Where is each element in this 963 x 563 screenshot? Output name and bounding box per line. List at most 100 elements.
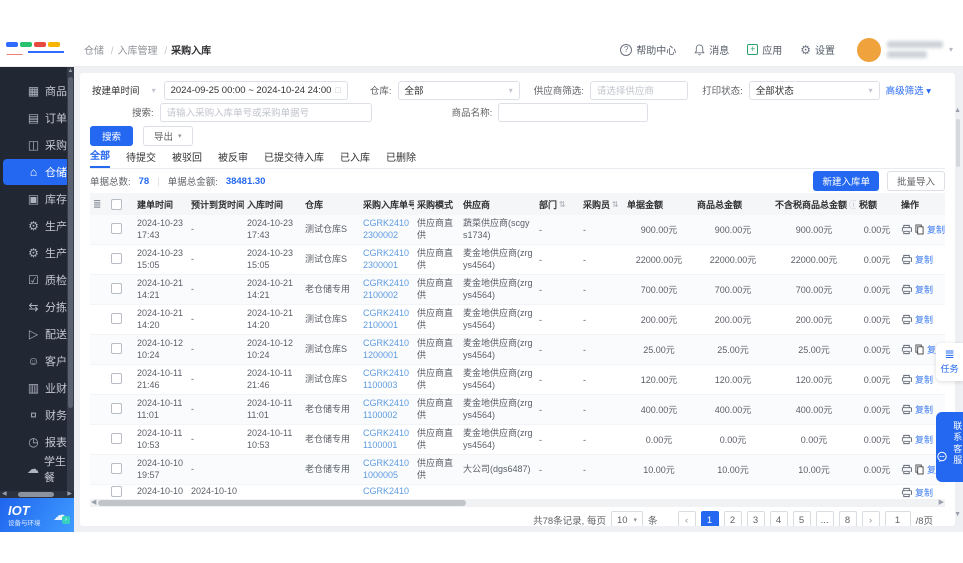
page-button[interactable]: 1	[701, 511, 719, 526]
export-button[interactable]: 导出 ▾	[143, 126, 193, 146]
copy-link[interactable]: 复制	[915, 373, 933, 386]
scroll-up-icon[interactable]: ▲	[954, 107, 961, 114]
time-type-select[interactable]: 按建单时间 ▾	[90, 81, 158, 100]
order-no-link[interactable]: CGRK24101000005	[360, 458, 414, 481]
vscroll-thumb[interactable]	[956, 119, 960, 167]
print-status-select[interactable]: 全部状态 ▾	[749, 81, 880, 100]
sidebar-item[interactable]: ☺ 客户 ›	[3, 348, 71, 374]
row-checkbox[interactable]	[111, 253, 122, 264]
page-size-select[interactable]: 10 ▾	[611, 511, 643, 526]
copy-doc-icon[interactable]	[915, 224, 924, 235]
apps-button[interactable]: 应用	[747, 42, 782, 57]
status-tab[interactable]: 已入库	[340, 149, 370, 168]
warehouse-select[interactable]: 全部 ▾	[398, 81, 520, 100]
print-icon[interactable]	[901, 374, 912, 385]
print-icon[interactable]	[901, 344, 912, 355]
row-checkbox[interactable]	[111, 486, 122, 497]
supplier-select[interactable]: 请选择供应商	[590, 81, 688, 100]
print-icon[interactable]	[901, 404, 912, 415]
print-icon[interactable]	[901, 487, 912, 498]
contact-service-widget[interactable]: 联系客服	[936, 412, 963, 482]
batch-import-button[interactable]: 批量导入	[887, 171, 945, 191]
status-tab[interactable]: 被反审	[218, 149, 248, 168]
sidebar-item[interactable]: ▥ 业财 ›	[3, 375, 71, 401]
status-tab[interactable]: 被驳回	[172, 149, 202, 168]
info-icon[interactable]: ⓘ	[849, 198, 856, 211]
sidebar-item[interactable]: ☁ 学生餐 ›	[3, 456, 71, 482]
order-no-link[interactable]: CGRK24101100001	[360, 428, 414, 451]
row-checkbox[interactable]	[111, 343, 122, 354]
page-button[interactable]: 5	[793, 511, 811, 526]
row-checkbox[interactable]	[111, 223, 122, 234]
scroll-left-icon[interactable]: ◀	[2, 491, 7, 498]
search-button[interactable]: 搜索	[90, 126, 133, 146]
date-range-input[interactable]: 2024-09-25 00:00 ~ 2024-10-24 24:00 □	[164, 81, 348, 100]
sidebar-item[interactable]: ☑ 质检 ›	[3, 267, 71, 293]
copy-link[interactable]: 复制	[915, 403, 933, 416]
scroll-down-icon[interactable]: ▼	[954, 511, 961, 518]
sidebar-item[interactable]: ◷ 报表 ›	[3, 429, 71, 455]
sidebar-item[interactable]: ⚙ 生产 ›	[3, 213, 71, 239]
sidebar-scrollbar[interactable]: ▲	[67, 67, 74, 491]
scroll-right-icon[interactable]: ▶	[67, 491, 72, 498]
create-inbound-button[interactable]: 新建入库单	[813, 171, 879, 191]
order-no-link[interactable]: CGRK24101100002	[360, 398, 414, 421]
breadcrumb-item[interactable]: 入库管理	[118, 42, 168, 57]
order-no-link[interactable]: CGRK24102100002	[360, 278, 414, 301]
iot-banner[interactable]: IOT 设备与环境 ☁›	[0, 498, 74, 532]
sidebar-item[interactable]: ▷ 配送 ›	[3, 321, 71, 347]
print-icon[interactable]	[901, 284, 912, 295]
page-jump-input[interactable]: 1	[885, 511, 911, 526]
copy-link[interactable]: 复制	[915, 283, 933, 296]
breadcrumb-item[interactable]: 仓储	[84, 42, 114, 57]
sidebar-hscrollbar[interactable]: ◀ ▶	[0, 491, 74, 498]
advanced-filter-link[interactable]: 高级筛选 ▾	[886, 83, 931, 97]
breadcrumb-item[interactable]: 采购入库	[171, 42, 211, 57]
scroll-left-icon[interactable]: ◀	[91, 499, 96, 507]
breadcrumb[interactable]: 仓储入库管理采购入库	[84, 42, 211, 57]
task-widget[interactable]: ≣ 任务	[936, 343, 963, 381]
sort-icon[interactable]: ⇅	[559, 200, 566, 209]
hscroll-thumb[interactable]	[98, 500, 466, 506]
sidebar-item[interactable]: ¤ 财务 ›	[3, 402, 71, 428]
user-menu[interactable]: ▾	[857, 38, 953, 62]
copy-link[interactable]: 复制	[927, 223, 945, 236]
row-checkbox[interactable]	[111, 463, 122, 474]
expand-all-icon[interactable]: ≣	[93, 199, 101, 210]
next-page-button[interactable]: ›	[862, 511, 880, 526]
sidebar-item[interactable]: ▤ 订单 ›	[3, 105, 71, 131]
order-no-link[interactable]: CGRK24102300001	[360, 248, 414, 271]
sidebar-item[interactable]: ▣ 库存 ›	[3, 186, 71, 212]
row-checkbox[interactable]	[111, 403, 122, 414]
copy-doc-icon[interactable]	[915, 464, 924, 475]
table-hscrollbar[interactable]: ◀ ▶	[90, 499, 945, 507]
sort-icon[interactable]: ⇅	[612, 200, 619, 209]
order-no-link[interactable]: CGRK24101100003	[360, 368, 414, 391]
status-tab[interactable]: 全部	[90, 147, 110, 168]
page-button[interactable]: ...	[816, 511, 834, 526]
page-button[interactable]: 4	[770, 511, 788, 526]
status-tab[interactable]: 已删除	[386, 149, 416, 168]
print-icon[interactable]	[901, 434, 912, 445]
status-tab[interactable]: 待提交	[126, 149, 156, 168]
scroll-up-icon[interactable]: ▲	[67, 68, 74, 74]
row-checkbox[interactable]	[111, 433, 122, 444]
order-no-link[interactable]: CGRK24101200001	[360, 338, 414, 361]
print-icon[interactable]	[901, 254, 912, 265]
row-checkbox[interactable]	[111, 313, 122, 324]
sidebar-item[interactable]: ⚙ 生产 ›	[3, 240, 71, 266]
sidebar-item[interactable]: ▦ 商品 ›	[3, 78, 71, 104]
status-tab[interactable]: 已提交待入库	[264, 149, 324, 168]
settings-button[interactable]: ⚙ 设置	[800, 42, 835, 57]
prev-page-button[interactable]: ‹	[678, 511, 696, 526]
order-no-link[interactable]: CGRK24102300002	[360, 218, 414, 241]
scroll-right-icon[interactable]: ▶	[939, 499, 944, 507]
sidebar-item[interactable]: ⇆ 分拣 ›	[3, 294, 71, 320]
print-icon[interactable]	[901, 464, 912, 475]
sidebar-item[interactable]: ◫ 采购 ›	[3, 132, 71, 158]
copy-doc-icon[interactable]	[915, 344, 924, 355]
copy-link[interactable]: 复制	[915, 253, 933, 266]
product-name-input[interactable]	[498, 103, 648, 122]
copy-link[interactable]: 复制	[915, 433, 933, 446]
help-center-button[interactable]: ? 帮助中心	[620, 42, 676, 57]
